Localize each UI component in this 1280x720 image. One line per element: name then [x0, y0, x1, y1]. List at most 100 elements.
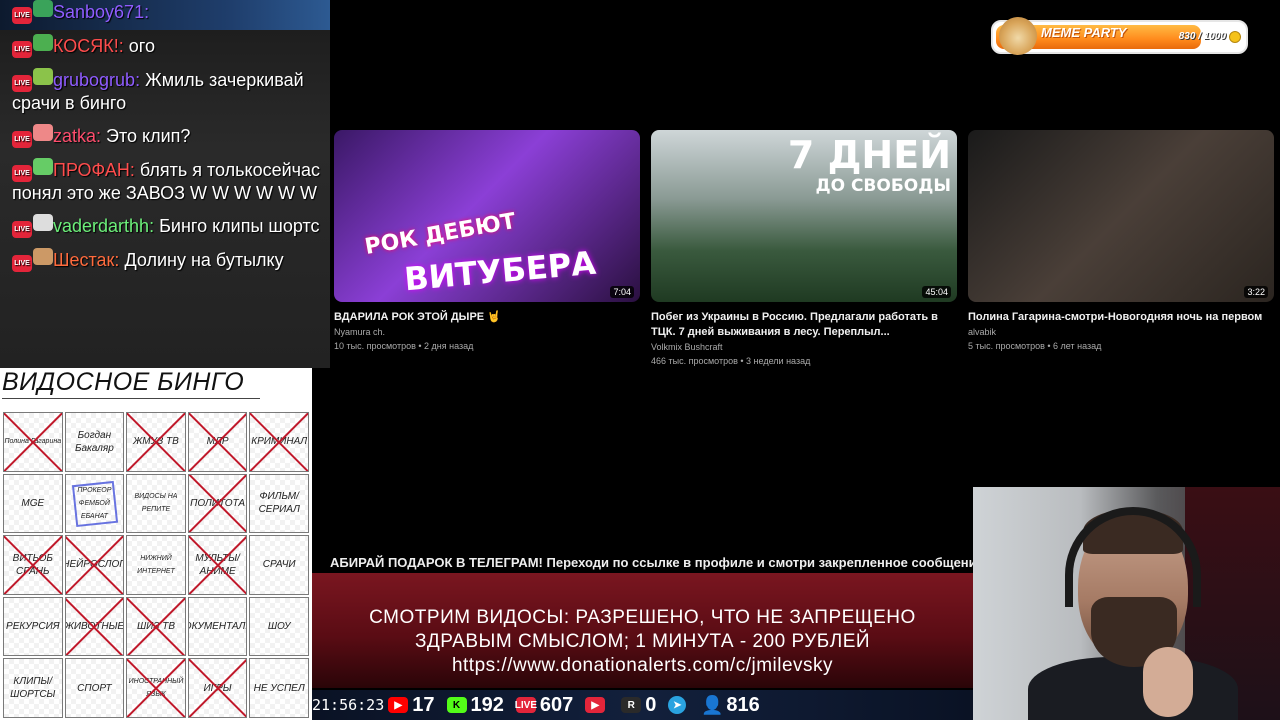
- chat-username[interactable]: ПРОФАН:: [53, 160, 135, 180]
- headphones: [1065, 507, 1201, 607]
- rules-line: ЗДРАВЫМ СМЫСЛОМ; 1 МИНУТА - 200 РУБЛЕЙ: [414, 631, 871, 652]
- bingo-cell-label: МУЛЬТЫ/ АНИМЕ: [195, 552, 240, 577]
- vk-live-count: 607: [539, 693, 574, 716]
- bingo-cell: НЕ УСПЕЛ: [249, 658, 309, 718]
- viewers-stat: 👤 816: [701, 693, 760, 717]
- bingo-cell-label: РЕКУРСИЯ: [6, 621, 60, 633]
- chat-text: Долину на бутылку: [124, 250, 284, 270]
- youtube-icon: ▶: [388, 697, 409, 713]
- chat-panel: LIVE Sanboy671: LIVE КОСЯК!: ого LIVE grubogr…: [0, 0, 330, 368]
- bingo-cell-label: ЖИВОТНЫЕ: [64, 621, 125, 633]
- thumbnail-overlay-line2: ДО СВОБОДЫ: [815, 176, 951, 196]
- chat-username[interactable]: grubogrub:: [53, 70, 140, 90]
- youtube-count: 17: [412, 693, 435, 716]
- kick-count: 192: [470, 693, 504, 716]
- bingo-cell: ШИЗ ТВ: [126, 596, 186, 657]
- thumbnail-overlay-text: 7 ДНЕЙ ДО СВОБОДЫ: [788, 134, 951, 196]
- doge-icon: [999, 17, 1037, 55]
- video-thumbnail[interactable]: 3:22: [968, 130, 1274, 302]
- bingo-cell-label: ШИЗ ТВ: [136, 621, 176, 633]
- meme-party-count: 830 / 1000: [1178, 31, 1226, 42]
- thumbnail-overlay-text: ВИТУБЕРА: [402, 243, 598, 299]
- bingo-cell: ИНОСТРАННЫЙ ЯЗЫК: [126, 658, 186, 718]
- chat-message: LIVE vaderdarthh: Бинго клипы шортс: [12, 214, 322, 238]
- user-emote-icon: [33, 68, 53, 85]
- live-badge-icon: LIVE: [12, 165, 32, 182]
- bingo-cell: MGE: [3, 473, 63, 534]
- bingo-cell: ЖМУЗ ТВ: [126, 412, 186, 472]
- bingo-cell: НИЖНИЙ ИНТЕРНЕТ: [126, 535, 186, 595]
- chat-message: LIVE zatka: Это клип?: [12, 124, 322, 148]
- ticker-text: АБИРАЙ ПОДАРОК В ТЕЛЕГРАМ! Переходи по с…: [330, 555, 973, 570]
- video-channel[interactable]: Volkmix Bushcraft: [651, 342, 957, 352]
- chat-text: Бинго клипы шортс: [159, 216, 320, 236]
- user-emote-icon: [33, 0, 53, 17]
- chat-username[interactable]: vaderdarthh:: [53, 216, 154, 236]
- live-badge-icon: LIVE: [12, 41, 32, 58]
- bingo-board: ВИДОСНОЕ БИНГО Полина Гагарина Богдан Бак…: [0, 368, 312, 720]
- kick-stat: K 192: [446, 693, 504, 717]
- coin-icon: [1229, 31, 1241, 43]
- video-card-2[interactable]: 7 ДНЕЙ ДО СВОБОДЫ 45:04 Побег из Украины…: [651, 130, 957, 366]
- live-badge-icon: LIVE: [12, 255, 32, 272]
- video-channel[interactable]: Nyamura ch.: [334, 327, 640, 337]
- bingo-cell: Богдан Бакаляр: [64, 412, 125, 472]
- video-thumbnail[interactable]: 7 ДНЕЙ ДО СВОБОДЫ 45:04: [651, 130, 957, 302]
- bingo-cell-label: ДОКУМЕНТАЛКИ: [189, 621, 247, 633]
- video-meta: 10 тыс. просмотров • 2 дня назад: [334, 341, 474, 351]
- bingo-cell-label: ПОЛИТОТА: [190, 497, 245, 509]
- chat-username[interactable]: КОСЯК!:: [53, 36, 124, 56]
- bingo-cell-label: СПОРТ: [77, 682, 112, 694]
- bingo-cell: СРАЧИ: [249, 535, 309, 595]
- chat-text: Это клип?: [106, 126, 191, 146]
- video-channel[interactable]: alvabik: [968, 327, 1274, 337]
- video-thumbnail[interactable]: РОК ДЕБЮТ ВИТУБЕРА 7:04: [334, 130, 640, 302]
- user-emote-icon: [33, 248, 53, 265]
- rutube-count: 0: [645, 693, 657, 716]
- bingo-cell: ШОУ: [249, 596, 309, 657]
- meme-party-progress: MEME PARTY 830 / 1000: [991, 17, 1248, 55]
- bingo-cell-label: НИЖНИЙ ИНТЕРНЕТ: [137, 554, 175, 575]
- chat-message: LIVE ПРОФАН: блять я толькосейчас понял э…: [12, 158, 322, 204]
- kick-icon: K: [446, 697, 467, 713]
- bingo-cell-label: МЛР: [206, 436, 229, 448]
- bingo-cell: ВИТЬОБ СРАНЬ: [3, 535, 63, 595]
- bingo-cell-label: ЖМУЗ ТВ: [133, 436, 179, 448]
- bingo-cell: ФИЛЬМ/ СЕРИАЛ: [249, 473, 309, 534]
- chat-text: ого: [128, 36, 155, 56]
- rutube-stat: R 0: [621, 694, 656, 717]
- video-card-3[interactable]: 3:22 Полина Гагарина-смотри-Новогодняя н…: [968, 130, 1274, 351]
- rules-text: СМОТРИМ ВИДОСЫ: РАЗРЕШЕНО, ЧТО НЕ ЗАПРЕЩ…: [312, 606, 973, 678]
- webcam-person-hand: [1143, 647, 1193, 717]
- bingo-cell: Полина Гагарина: [3, 412, 63, 472]
- vk-live-stat: LIVE 607: [515, 693, 574, 717]
- chat-username[interactable]: zatka:: [53, 126, 101, 146]
- user-emote-icon: [33, 34, 53, 51]
- donation-link[interactable]: https://www.donationalerts.com/c/jmilevs…: [312, 654, 973, 678]
- bingo-cell-label: ИГРЫ: [203, 682, 232, 694]
- live-badge-icon: LIVE: [12, 131, 32, 148]
- viewers-count: 816: [726, 693, 760, 716]
- bingo-title: ВИДОСНОЕ БИНГО: [2, 368, 245, 396]
- telegram-icon: ➤: [668, 696, 687, 714]
- video-title[interactable]: Побег из Украины в Россию. Предлагали ра…: [651, 310, 957, 340]
- bingo-cell-label: КРИМИНАЛ: [251, 436, 308, 448]
- chat-message: LIVE КОСЯК!: ого: [12, 34, 322, 58]
- bingo-cell-label: Богдан Бакаляр: [74, 429, 114, 454]
- video-card-1[interactable]: РОК ДЕБЮТ ВИТУБЕРА 7:04 ВДАРИЛА РОК ЭТОЙ…: [334, 130, 640, 351]
- bingo-cell: НЕЙРОСЛОП: [64, 535, 125, 595]
- bingo-cell-label: ФИЛЬМ/ СЕРИАЛ: [258, 491, 300, 516]
- bingo-cell-label: ИНОСТРАННЫЙ ЯЗЫК: [128, 678, 184, 699]
- clock: 21:56:23: [312, 696, 385, 714]
- chat-username[interactable]: Шестак:: [53, 250, 119, 270]
- chat-message: LIVE Шестак: Долину на бутылку: [12, 248, 322, 272]
- video-title[interactable]: Полина Гагарина-смотри-Новогодняя ночь н…: [968, 310, 1274, 325]
- video-title[interactable]: ВДАРИЛА РОК ЭТОЙ ДЫРЕ 🤘: [334, 310, 640, 325]
- vk-live-icon: LIVE: [515, 697, 537, 713]
- chat-username[interactable]: Sanboy671:: [53, 2, 149, 22]
- chat-messages: LIVE Sanboy671: LIVE КОСЯК!: ого LIVE grubogr…: [0, 0, 330, 282]
- bingo-cell: ВИДОСЫ НА РЕПИТЕ: [126, 473, 186, 534]
- user-emote-icon: [33, 214, 53, 231]
- bingo-cell-label: СРАЧИ: [262, 559, 296, 571]
- live-badge-icon: LIVE: [12, 221, 32, 238]
